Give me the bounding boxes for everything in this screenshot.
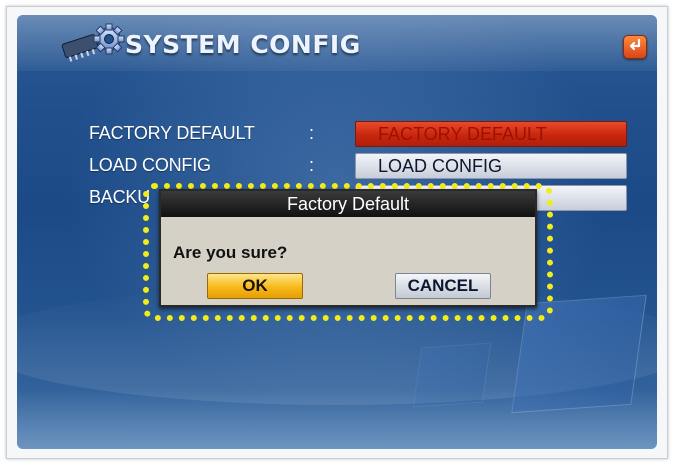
load-config-separator: : xyxy=(309,155,315,175)
dialog-message: Are you sure? xyxy=(173,243,288,262)
dialog-title: Factory Default xyxy=(286,193,410,214)
page-title: SYSTEM CONFIG xyxy=(125,29,361,59)
background-decor-square-small xyxy=(412,342,492,408)
load-config-button[interactable]: LOAD CONFIG xyxy=(355,153,627,179)
return-button[interactable] xyxy=(623,35,647,59)
ok-button[interactable]: OK xyxy=(207,273,303,299)
load-config-label: LOAD CONFIG xyxy=(89,155,211,175)
title-bar: SYSTEM CONFIG xyxy=(57,23,361,63)
dialog-title-bar: Factory Default xyxy=(161,191,535,217)
gear-icon xyxy=(57,23,127,63)
backup-config-label: BACKU xyxy=(89,187,151,207)
factory-default-separator: : xyxy=(309,123,315,143)
system-config-screen: SYSTEM CONFIG FACTORY DEFAULT : FACTORY … xyxy=(17,15,657,449)
factory-default-label: FACTORY DEFAULT xyxy=(89,123,255,143)
factory-default-dialog: Factory Default Are you sure? OK CANCEL xyxy=(159,189,537,307)
cancel-button[interactable]: CANCEL xyxy=(395,273,491,299)
screenshot-frame: SYSTEM CONFIG FACTORY DEFAULT : FACTORY … xyxy=(6,6,668,459)
factory-default-button[interactable]: FACTORY DEFAULT xyxy=(355,121,627,147)
return-icon xyxy=(627,37,643,57)
